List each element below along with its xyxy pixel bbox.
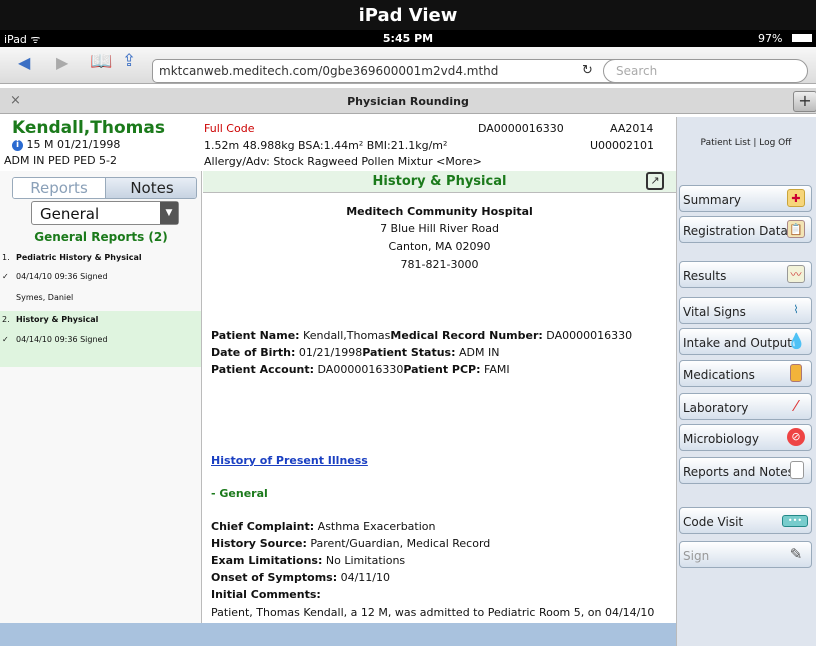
sign-label: Sign [683, 549, 710, 563]
view-banner: iPad View [0, 0, 816, 30]
bookmarks-icon[interactable]: 📖 [90, 51, 112, 72]
chevron-down-icon: ▼ [160, 202, 178, 224]
report-author: Symes, Daniel [16, 293, 74, 302]
initial-comments-label: Initial Comments: [211, 588, 321, 601]
intake-output-button[interactable]: Intake and Output 💧 [679, 328, 812, 355]
report-list-heading: General Reports (2) [34, 230, 168, 244]
code-visit-button[interactable]: Code Visit ••• [679, 507, 812, 534]
report-title: History & Physical [16, 315, 99, 324]
reports-notes-toggle: Reports Notes [12, 177, 197, 199]
reports-notes-label: Reports and Notes [683, 465, 794, 479]
results-button[interactable]: Results 〰 [679, 261, 812, 288]
forward-icon[interactable]: ▶ [56, 53, 68, 72]
clock: 5:45 PM [382, 32, 434, 45]
check-icon: ✓ [2, 272, 9, 281]
account-line: Patient Account: DA0000016330Patient PCP… [211, 363, 510, 376]
hospital-phone: 781-821-3000 [400, 258, 479, 271]
chief-complaint: Chief Complaint: Asthma Exacerbation [211, 520, 436, 533]
status-bar: iPad ᯤ 5:45 PM 97% [0, 30, 816, 47]
medications-label: Medications [683, 368, 755, 382]
report-num: 1. [2, 253, 10, 262]
droplet-icon: 💧 [787, 332, 806, 350]
registration-label: Registration Data [683, 224, 788, 238]
laboratory-label: Laboratory [683, 401, 749, 415]
select-value: General [40, 205, 100, 223]
battery-icon [792, 34, 812, 42]
report-date: 04/14/10 09:36 Signed [16, 335, 108, 344]
report-num: 2. [2, 315, 10, 324]
code-visit-label: Code Visit [683, 515, 744, 529]
onset-of-symptoms: Onset of Symptoms: 04/11/10 [211, 571, 391, 584]
registration-data-button[interactable]: Registration Data 📋 [679, 216, 812, 243]
check-icon: ✓ [2, 335, 9, 344]
document-title: History & Physical [372, 174, 507, 189]
new-tab-button[interactable]: + [793, 91, 816, 112]
patient-list-logoff-links[interactable]: Patient List | Log Off [676, 138, 816, 148]
sign-button[interactable]: Sign ✎ [679, 541, 812, 568]
patient-name-line: Patient Name: Kendall,ThomasMedical Reco… [211, 329, 633, 342]
summary-label: Summary [683, 193, 741, 207]
microbiology-button[interactable]: Microbiology ⊘ [679, 424, 812, 451]
exam-limitations: Exam Limitations: No Limitations [211, 554, 406, 567]
back-icon[interactable]: ◀ [18, 53, 30, 72]
report-title: Pediatric History & Physical [16, 253, 142, 262]
tab-reports[interactable]: Reports [13, 178, 105, 198]
code-status: Full Code [204, 122, 255, 135]
history-source: History Source: Parent/Guardian, Medical… [211, 537, 491, 550]
medications-button[interactable]: Medications [679, 360, 812, 387]
vital-signs-button[interactable]: Vital Signs ⌇ [679, 297, 812, 324]
unit-number: U00002101 [590, 139, 655, 152]
footer-bar [0, 623, 676, 646]
patient-name: Kendall,Thomas [12, 118, 165, 138]
heartbeat-icon: ⌇ [793, 303, 799, 316]
tab-title[interactable]: Physician Rounding [0, 95, 816, 108]
chart-icon: 〰 [787, 265, 805, 283]
reports-notes-button[interactable]: Reports and Notes [679, 457, 812, 484]
clipboard-icon: 📋 [787, 220, 805, 238]
laboratory-button[interactable]: Laboratory ⁄ [679, 393, 812, 420]
pen-icon: ✎ [789, 545, 803, 563]
dots-icon: ••• [782, 515, 808, 527]
vital-signs-label: Vital Signs [683, 305, 746, 319]
hospital-address-2: Canton, MA 02090 [388, 240, 491, 253]
petri-dish-icon: ⊘ [787, 428, 805, 446]
pill-bottle-icon [790, 364, 802, 382]
hospital-address-1: 7 Blue Hill River Road [380, 222, 499, 235]
patient-demographics: i 15 M 01/21/1998 [12, 138, 120, 151]
hpi-link[interactable]: History of Present Illness [211, 454, 368, 467]
search-input[interactable]: Search [603, 59, 808, 83]
results-label: Results [683, 269, 727, 283]
general-section-heading: - General [211, 487, 268, 500]
tab-notes[interactable]: Notes [105, 178, 196, 198]
app-window: iPad View iPad ᯤ 5:45 PM 97% ◀ ▶ 📖 ⇪ mkt… [0, 0, 816, 646]
microbiology-label: Microbiology [683, 432, 759, 446]
hospital-name: Meditech Community Hospital [346, 205, 533, 218]
initial-comments-text: Patient, Thomas Kendall, a 12 M, was adm… [211, 606, 655, 619]
battery-label: 97% [758, 32, 783, 45]
report-date: 04/14/10 09:36 Signed [16, 272, 108, 281]
url-field[interactable]: mktcanweb.meditech.com/0gbe369600001m2vd… [152, 59, 632, 83]
demo-text: 15 M 01/21/1998 [26, 138, 121, 151]
allergy-info[interactable]: Allergy/Adv: Stock Ragweed Pollen Mixtur… [204, 155, 482, 168]
summary-icon: ✚ [787, 189, 805, 207]
intake-output-label: Intake and Output [683, 336, 792, 350]
report-item-1[interactable]: 1. Pediatric History & Physical ✓ 04/14/… [0, 251, 201, 302]
dob-line: Date of Birth: 01/21/1998Patient Status:… [211, 346, 500, 359]
report-category-select[interactable]: General ▼ [31, 201, 179, 225]
patient-measures: 1.52m 48.988kg BSA:1.44m² BMI:21.1kg/m² [204, 139, 448, 152]
aa-code: AA2014 [610, 122, 654, 135]
document-icon [790, 461, 804, 479]
admission-info: ADM IN PED PED 5-2 [4, 154, 118, 167]
test-tube-icon: ⁄ [794, 397, 798, 415]
account-number: DA0000016330 [478, 122, 564, 135]
reload-icon[interactable]: ↻ [582, 63, 593, 78]
summary-button[interactable]: Summary ✚ [679, 185, 812, 212]
expand-icon[interactable]: ↗ [646, 172, 664, 190]
share-icon[interactable]: ⇪ [122, 51, 136, 71]
info-icon[interactable]: i [12, 139, 23, 151]
report-item-2[interactable]: 2. History & Physical ✓ 04/14/10 09:36 S… [0, 311, 201, 367]
